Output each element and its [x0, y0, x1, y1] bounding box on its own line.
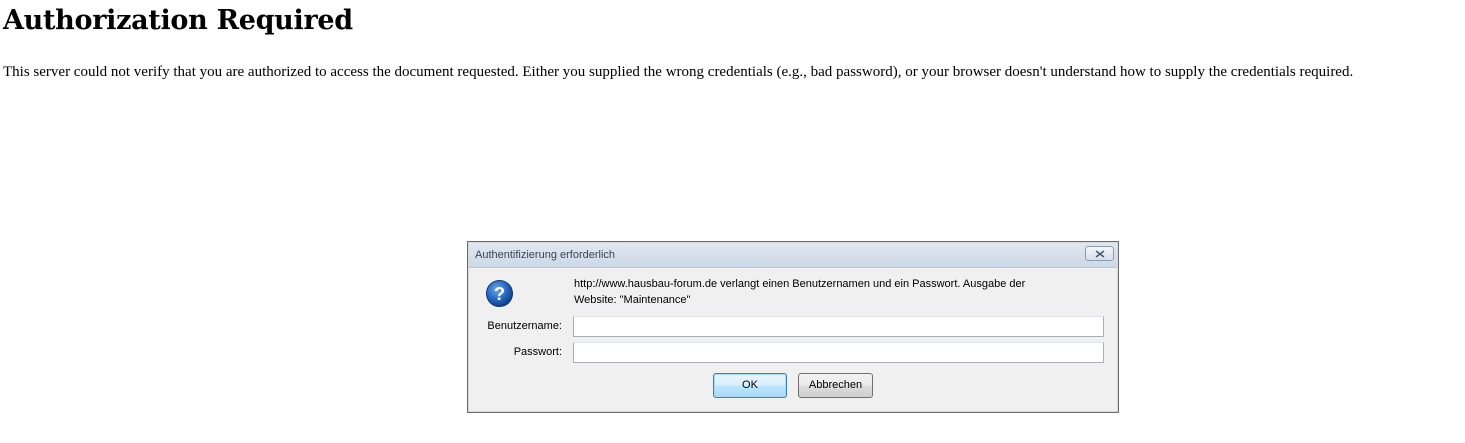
dialog-titlebar[interactable]: Authentifizierung erforderlich [469, 243, 1117, 268]
page-heading: Authorization Required [3, 5, 353, 36]
prompt-line: http://www.hausbau-forum.de verlangt ein… [574, 278, 1026, 290]
username-field[interactable] [573, 316, 1104, 337]
password-field[interactable] [573, 342, 1104, 363]
cancel-button[interactable]: Abbrechen [798, 373, 873, 398]
authentication-dialog: Authentifizierung erforderlich ? http://… [467, 241, 1119, 413]
browser-page: Authorization Required This server could… [0, 0, 1465, 443]
close-button[interactable] [1085, 246, 1114, 261]
close-icon [1095, 250, 1105, 258]
svg-text:?: ? [494, 283, 505, 304]
prompt-line: Website: "Maintenance" [574, 294, 691, 306]
password-label: Passwort: [513, 346, 562, 358]
dialog-title: Authentifizierung erforderlich [475, 249, 616, 261]
username-label: Benutzername: [487, 320, 562, 332]
error-message: This server could not verify that you ar… [3, 64, 1354, 80]
ok-button[interactable]: OK [713, 373, 787, 398]
auth-prompt: http://www.hausbau-forum.de verlangt ein… [574, 276, 1094, 308]
question-icon: ? [485, 279, 514, 308]
